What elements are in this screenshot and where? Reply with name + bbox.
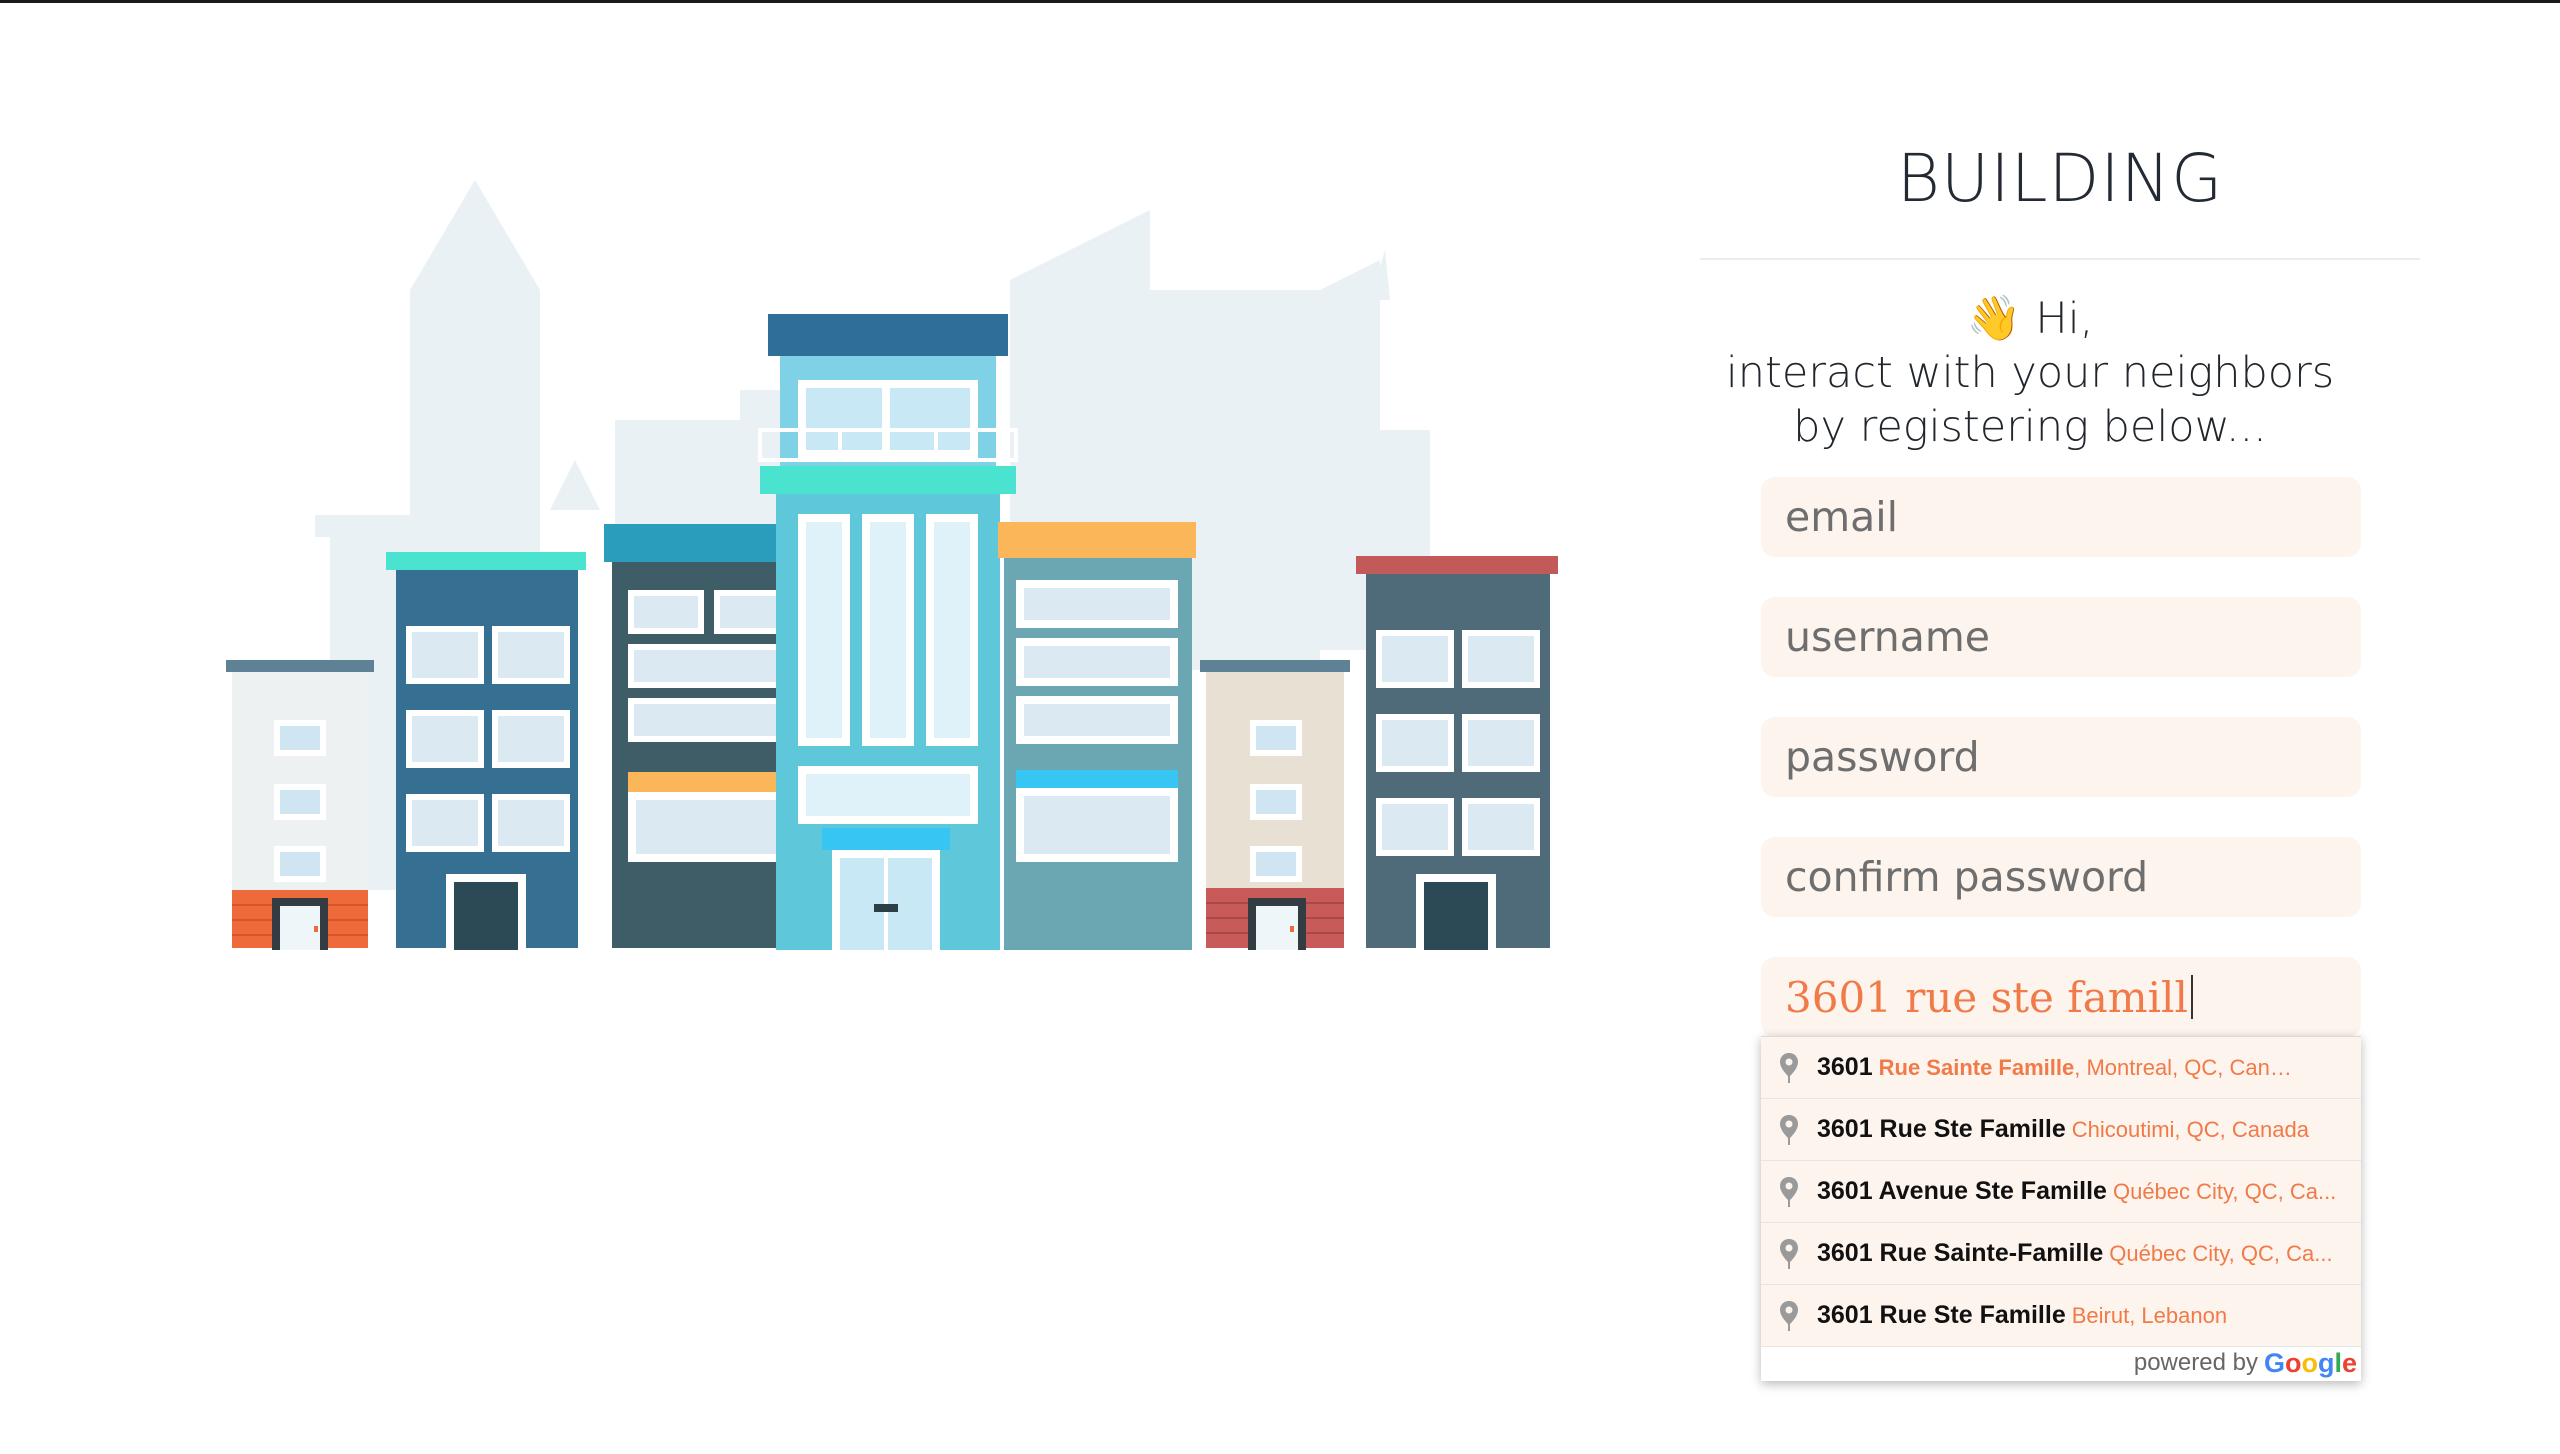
suggestion-match-text: Rue Sainte Famille	[1878, 1054, 2075, 1080]
powered-by-google: powered by Google	[1761, 1347, 2361, 1379]
suggestion-main-text: 3601 Avenue Ste Famille	[1817, 1177, 2107, 1205]
address-autocomplete-dropdown: 3601 Rue Sainte Famille, Montreal, QC, C…	[1761, 1036, 2361, 1381]
google-logo-letter: e	[2341, 1347, 2357, 1378]
autocomplete-suggestion[interactable]: 3601 Rue Sainte-Famille Québec City, QC,…	[1761, 1223, 2361, 1285]
suggestion-secondary-text: Rue Sainte Famille, Montreal, QC, Canada	[1879, 1055, 2299, 1081]
suggestion-secondary-text: Québec City, QC, Ca...	[2109, 1240, 2333, 1266]
google-logo-letter: o	[2284, 1347, 2302, 1378]
google-logo-letter: G	[2263, 1347, 2285, 1378]
address-field[interactable]: 3601 rue ste famill	[1761, 957, 2361, 1037]
confirm-password-field[interactable]: confirm password	[1761, 837, 2361, 917]
registration-panel: BUILDING 👋 Hi, interact with your neighbo…	[1700, 0, 2420, 1454]
map-pin-icon	[1780, 1300, 1798, 1331]
greeting-line-3: by registering below...	[1793, 402, 2267, 452]
address-input-value: 3601 rue ste famill	[1785, 972, 2188, 1022]
suggestion-location: , Montreal, QC, Canada	[2074, 1054, 2299, 1080]
header-divider	[1700, 258, 2420, 260]
username-field[interactable]: username	[1761, 597, 2361, 677]
autocomplete-suggestion[interactable]: 3601 Rue Sainte Famille, Montreal, QC, C…	[1761, 1037, 2361, 1099]
brand-title: BUILDING	[1896, 140, 2224, 217]
suggestion-main-text: 3601	[1817, 1053, 1873, 1081]
email-field[interactable]: email	[1761, 477, 2361, 557]
email-placeholder: email	[1785, 493, 1899, 541]
google-logo-letter: l	[2334, 1347, 2342, 1378]
waving-hand-icon: 👋	[1966, 293, 2022, 344]
google-logo-letter: g	[2317, 1347, 2335, 1378]
suggestion-main-text: 3601 Rue Ste Famille	[1817, 1115, 2066, 1143]
greeting-hi: Hi,	[2035, 294, 2094, 344]
suggestion-main-text: 3601 Rue Ste Famille	[1817, 1301, 2066, 1329]
greeting-line-1: 👋 Hi,	[1700, 292, 2360, 346]
powered-by-label: powered by	[2133, 1349, 2258, 1376]
username-placeholder: username	[1785, 613, 1990, 661]
autocomplete-suggestion[interactable]: 3601 Rue Ste Famille Beirut, Lebanon	[1761, 1285, 2361, 1347]
autocomplete-suggestion[interactable]: 3601 Rue Ste Famille Chicoutimi, QC, Can…	[1761, 1099, 2361, 1161]
password-field[interactable]: password	[1761, 717, 2361, 797]
google-logo-letter: o	[2301, 1347, 2318, 1378]
suggestion-secondary-text: Chicoutimi, QC, Canada	[2071, 1116, 2309, 1142]
map-pin-icon	[1780, 1238, 1798, 1269]
greeting-line-2: interact with your neighbors	[1725, 348, 2335, 398]
text-caret	[2190, 975, 2193, 1019]
password-placeholder: password	[1785, 733, 1980, 781]
autocomplete-suggestion[interactable]: 3601 Avenue Ste Famille Québec City, QC,…	[1761, 1161, 2361, 1223]
city-buildings-illustration	[220, 170, 1580, 990]
confirm-password-placeholder: confirm password	[1785, 853, 2149, 901]
map-pin-icon	[1780, 1176, 1798, 1207]
suggestion-main-text: 3601 Rue Sainte-Famille	[1817, 1239, 2104, 1267]
google-logo: Google	[2264, 1348, 2357, 1379]
suggestion-secondary-text: Québec City, QC, Ca...	[2112, 1178, 2337, 1204]
greeting-message: 👋 Hi, interact with your neighbors by reg…	[1700, 292, 2360, 454]
map-pin-icon	[1780, 1052, 1798, 1083]
suggestion-secondary-text: Beirut, Lebanon	[2071, 1302, 2228, 1328]
map-pin-icon	[1780, 1114, 1798, 1145]
